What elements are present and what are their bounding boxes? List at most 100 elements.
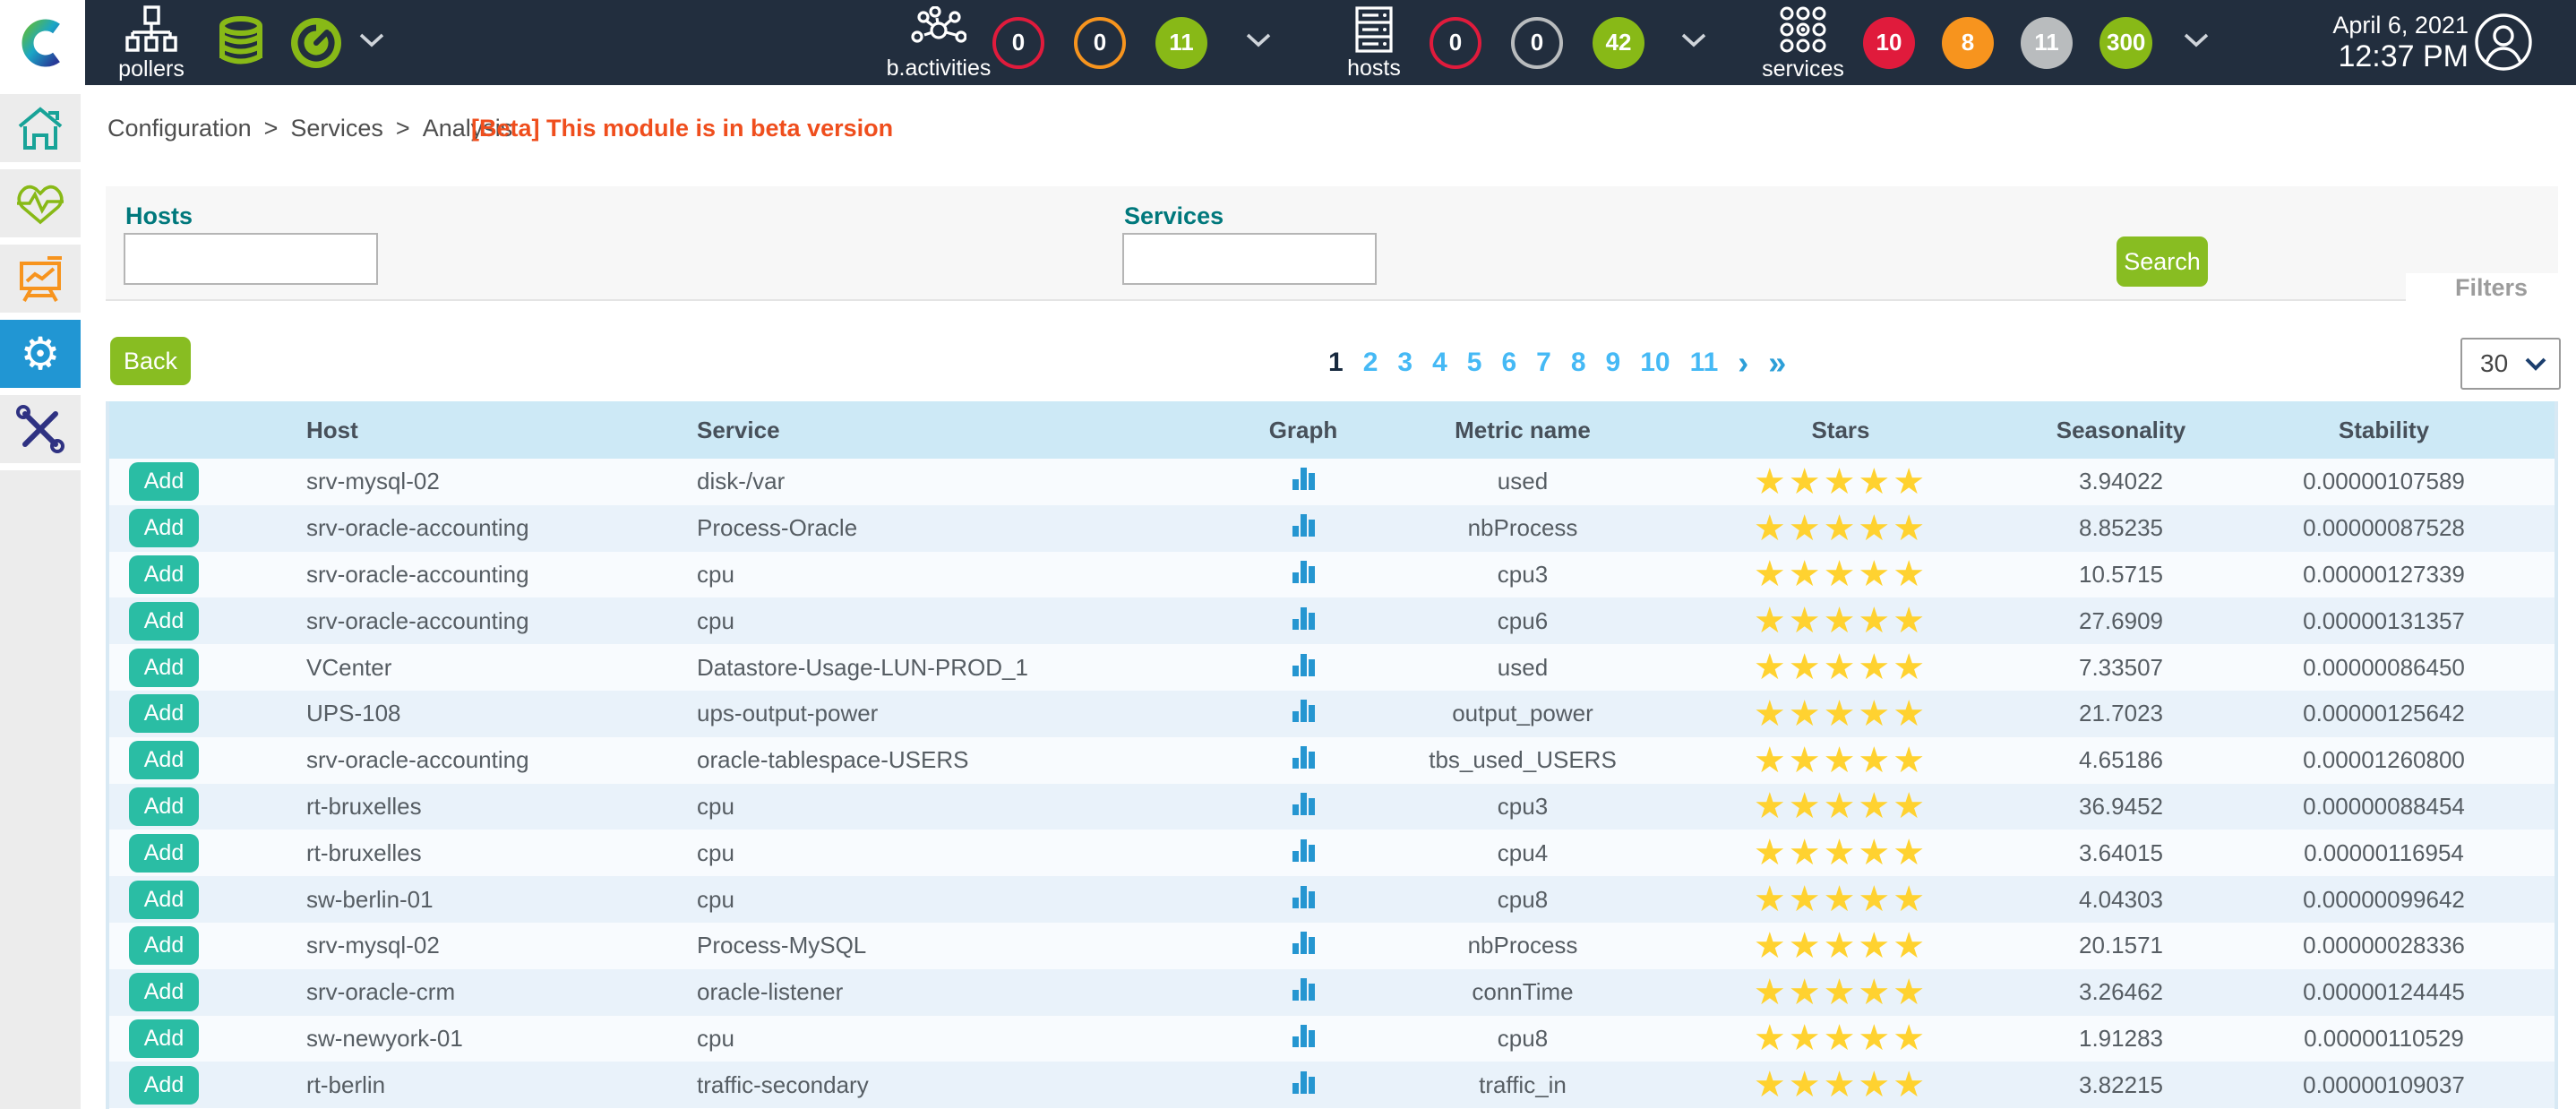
page-link-10[interactable]: 10	[1640, 348, 1670, 378]
header-host: Host	[288, 417, 683, 444]
table-row: Addsrv-oracle-crmoracle-listenerconnTime…	[109, 969, 2555, 1016]
add-button[interactable]: Add	[129, 462, 199, 501]
page-link-6[interactable]: 6	[1501, 348, 1516, 378]
status-badge-orange[interactable]: 0	[1074, 17, 1126, 69]
page-size-value: 30	[2480, 349, 2508, 378]
graph-icon[interactable]	[1290, 837, 1317, 870]
page-link-5[interactable]: 5	[1467, 348, 1482, 378]
add-button[interactable]: Add	[129, 694, 199, 733]
status-badge-green[interactable]: 300	[2099, 17, 2152, 69]
pollers-chevron-down-icon[interactable]	[358, 32, 385, 48]
filters-toggle[interactable]: Filters	[2406, 273, 2558, 303]
service-cell: Process-MySQL	[683, 932, 1214, 959]
graph-icon[interactable]	[1290, 697, 1317, 730]
page-link-3[interactable]: 3	[1397, 348, 1413, 378]
status-badge-gray[interactable]: 11	[2021, 17, 2073, 69]
sidebar-item-configuration[interactable]: ⚙	[0, 320, 81, 388]
page-link-4[interactable]: 4	[1432, 348, 1447, 378]
status-badge-red[interactable]: 10	[1863, 17, 1915, 69]
services-group[interactable]: services	[1748, 0, 1858, 85]
sidebar-item-home[interactable]	[0, 94, 81, 162]
graph-icon[interactable]	[1290, 1069, 1317, 1102]
back-button[interactable]: Back	[110, 337, 191, 385]
service-cell: cpu	[683, 607, 1214, 635]
table-header-row: Host Service Graph Metric name Stars Sea…	[109, 401, 2555, 459]
status-badge-green[interactable]: 11	[1155, 17, 1207, 69]
graph-icon[interactable]	[1290, 976, 1317, 1009]
bactivities-group[interactable]: b.activities	[876, 0, 1001, 85]
graph-icon[interactable]	[1290, 1022, 1317, 1055]
star-rating: ★★★★★	[1754, 694, 1928, 734]
page-link-9[interactable]: 9	[1606, 348, 1621, 378]
metric-cell: cpu4	[1393, 839, 1653, 867]
graph-icon[interactable]	[1290, 929, 1317, 962]
add-button[interactable]: Add	[129, 787, 199, 826]
status-badge-orange[interactable]: 8	[1942, 17, 1994, 69]
service-cell: oracle-listener	[683, 978, 1214, 1006]
add-button[interactable]: Add	[129, 926, 199, 965]
graph-icon[interactable]	[1290, 790, 1317, 823]
page-link-11[interactable]: 11	[1690, 348, 1719, 378]
services-filter-input[interactable]	[1122, 233, 1377, 285]
graph-icon[interactable]	[1290, 744, 1317, 777]
sidebar-item-administration[interactable]	[0, 395, 81, 463]
status-badge-red[interactable]: 0	[992, 17, 1044, 69]
database-icon[interactable]	[213, 15, 269, 75]
host-cell: srv-oracle-accounting	[288, 561, 683, 589]
status-badge-green[interactable]: 42	[1593, 17, 1644, 69]
page-link-2[interactable]: 2	[1363, 348, 1378, 378]
sidebar-item-reporting[interactable]	[0, 245, 81, 313]
search-button[interactable]: Search	[2117, 236, 2208, 287]
pagination: 123456789 10 11 › »	[1328, 348, 1786, 378]
breadcrumb-item-services[interactable]: Services	[290, 115, 383, 142]
next-page-arrow[interactable]: ›	[1738, 349, 1748, 376]
page-link-1[interactable]: 1	[1328, 348, 1344, 378]
user-avatar-icon[interactable]	[2474, 13, 2533, 72]
status-badge-gray[interactable]: 0	[1511, 17, 1563, 69]
analysis-table: Host Service Graph Metric name Stars Sea…	[106, 401, 2558, 1109]
hosts-label: hosts	[1347, 57, 1401, 80]
sidebar-item-monitoring[interactable]	[0, 169, 81, 237]
page-size-select[interactable]: 30	[2460, 338, 2561, 390]
latency-gauge-icon[interactable]	[288, 15, 344, 75]
add-button[interactable]: Add	[129, 555, 199, 594]
graph-icon[interactable]	[1290, 465, 1317, 498]
hosts-chevron-down-icon[interactable]	[1680, 32, 1707, 48]
page-link-7[interactable]: 7	[1536, 348, 1551, 378]
hosts-filter-input[interactable]	[124, 233, 378, 285]
bactivities-chevron-down-icon[interactable]	[1245, 32, 1272, 48]
graph-icon[interactable]	[1290, 512, 1317, 545]
add-button[interactable]: Add	[129, 881, 199, 919]
service-cell: cpu	[683, 839, 1214, 867]
star-rating: ★★★★★	[1754, 1065, 1928, 1105]
add-button[interactable]: Add	[129, 649, 199, 687]
report-chart-icon	[15, 254, 65, 303]
last-page-arrow[interactable]: »	[1768, 349, 1786, 376]
services-chevron-down-icon[interactable]	[2183, 32, 2210, 48]
metric-cell: connTime	[1393, 978, 1653, 1006]
breadcrumb-item-configuration[interactable]: Configuration	[107, 115, 252, 142]
add-button[interactable]: Add	[129, 834, 199, 873]
graph-icon[interactable]	[1290, 605, 1317, 638]
metric-cell: tbs_used_USERS	[1393, 746, 1653, 774]
status-badge-red[interactable]: 0	[1430, 17, 1481, 69]
add-button[interactable]: Add	[129, 1066, 199, 1105]
star-rating: ★★★★★	[1754, 880, 1928, 919]
hosts-badges: 00 42	[1430, 0, 1644, 85]
graph-icon[interactable]	[1290, 883, 1317, 916]
graph-icon[interactable]	[1290, 558, 1317, 591]
graph-icon[interactable]	[1290, 651, 1317, 684]
add-button[interactable]: Add	[129, 602, 199, 640]
add-button[interactable]: Add	[129, 973, 199, 1011]
hosts-group[interactable]: hosts	[1324, 0, 1424, 85]
host-cell: srv-mysql-02	[288, 932, 683, 959]
seasonality-cell: 8.85235	[2029, 514, 2213, 542]
page-link-8[interactable]: 8	[1571, 348, 1586, 378]
add-button[interactable]: Add	[129, 1019, 199, 1058]
add-button[interactable]: Add	[129, 741, 199, 779]
add-button[interactable]: Add	[129, 509, 199, 547]
star-rating: ★★★★★	[1754, 926, 1928, 966]
pollers-group[interactable]: pollers	[99, 0, 204, 85]
centreon-logo[interactable]	[0, 0, 85, 85]
top-bar: pollers	[0, 0, 2576, 85]
